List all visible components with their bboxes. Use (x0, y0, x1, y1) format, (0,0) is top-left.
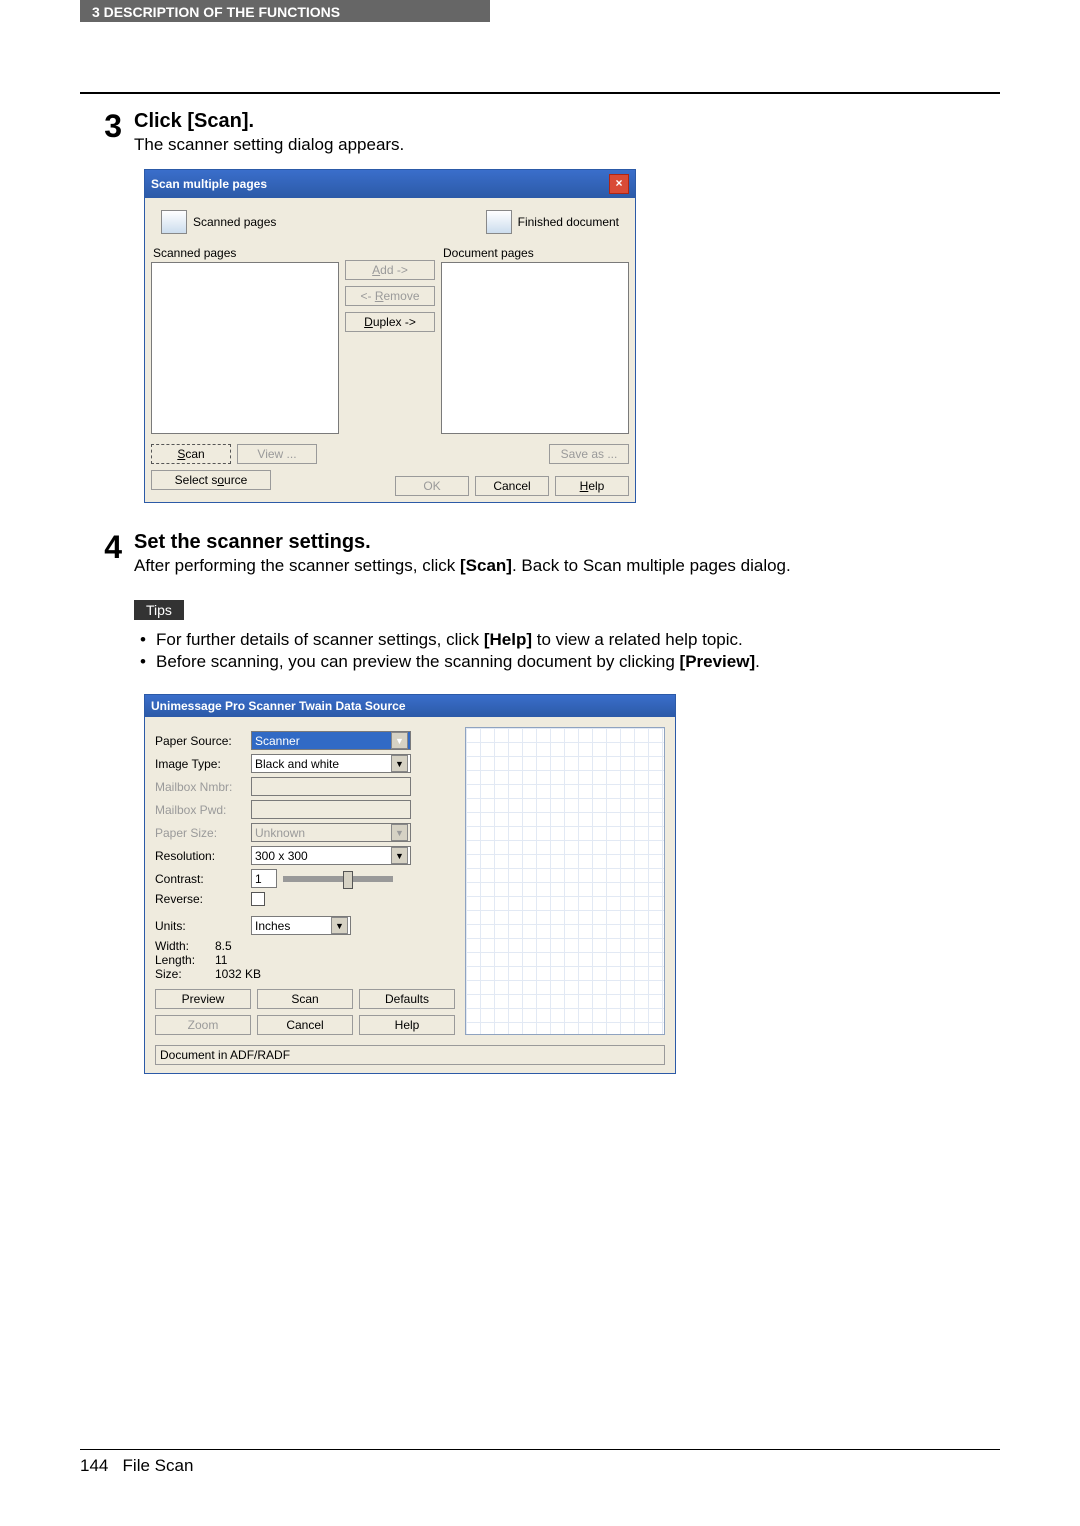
section-header: 3 DESCRIPTION OF THE FUNCTIONS (80, 0, 490, 22)
step-body: Set the scanner settings. After performi… (134, 531, 1000, 1074)
size-value: 1032 KB (215, 967, 261, 981)
scanned-group-label: Scanned pages (153, 246, 339, 260)
units-label: Units: (155, 919, 245, 933)
chevron-down-icon: ▼ (331, 917, 348, 934)
step-desc: The scanner setting dialog appears. (134, 135, 1000, 155)
dialog-titlebar: Scan multiple pages × (145, 170, 635, 198)
paper-source-label: Paper Source: (155, 734, 245, 748)
list-item: For further details of scanner settings,… (156, 630, 1000, 652)
step-number: 4 (80, 531, 134, 1074)
cancel-button[interactable]: Cancel (475, 476, 549, 496)
chapter-name: File Scan (123, 1456, 194, 1475)
width-value: 8.5 (215, 939, 232, 953)
paper-source-select[interactable]: Scanner▼ (251, 731, 411, 750)
image-type-select[interactable]: Black and white▼ (251, 754, 411, 773)
chevron-down-icon: ▼ (391, 847, 408, 864)
scanned-pages-column: Scanned pages (151, 244, 339, 434)
list-item: Before scanning, you can preview the sca… (156, 652, 1000, 674)
dialog-titlebar: Unimessage Pro Scanner Twain Data Source (145, 695, 675, 717)
paper-size-label: Paper Size: (155, 826, 245, 840)
tips-badge: Tips (134, 600, 184, 620)
resolution-select[interactable]: 300 x 300▼ (251, 846, 411, 865)
tips-list: For further details of scanner settings,… (134, 630, 1000, 674)
size-label: Size: (155, 967, 215, 981)
document-pages-listbox[interactable] (441, 262, 629, 434)
cancel-button[interactable]: Cancel (257, 1015, 353, 1035)
add-button[interactable]: Add -> (345, 260, 435, 280)
paper-size-select: Unknown▼ (251, 823, 411, 842)
twain-dialog: Unimessage Pro Scanner Twain Data Source… (144, 694, 676, 1074)
resolution-label: Resolution: (155, 849, 245, 863)
scanned-pages-listbox[interactable] (151, 262, 339, 434)
mailbox-pwd-label: Mailbox Pwd: (155, 803, 245, 817)
chevron-down-icon: ▼ (391, 732, 408, 749)
remove-button[interactable]: <- Remove (345, 286, 435, 306)
step-title: Set the scanner settings. (134, 531, 1000, 554)
document-icon (486, 210, 512, 234)
scan-button[interactable]: Scan (151, 444, 231, 464)
step-desc: After performing the scanner settings, c… (134, 556, 1000, 576)
scanner-icon (161, 210, 187, 234)
width-label: Width: (155, 939, 215, 953)
scanned-pages-header: Scanned pages (161, 210, 276, 234)
help-button[interactable]: Help (555, 476, 629, 496)
step-number: 3 (80, 110, 134, 503)
dimensions-block: Width:8.5 Length:11 Size:1032 KB (155, 939, 455, 981)
document-group-label: Document pages (443, 246, 629, 260)
mailbox-pwd-input (251, 800, 411, 819)
image-type-label: Image Type: (155, 757, 245, 771)
transfer-buttons: Add -> <- Remove Duplex -> (345, 244, 435, 434)
duplex-button[interactable]: Duplex -> (345, 312, 435, 332)
contrast-value[interactable]: 1 (251, 869, 277, 888)
step-4: 4 Set the scanner settings. After perfor… (80, 531, 1000, 1074)
document-page: 3 DESCRIPTION OF THE FUNCTIONS 3 Click [… (0, 0, 1080, 1526)
zoom-button[interactable]: Zoom (155, 1015, 251, 1035)
mailbox-num-label: Mailbox Nmbr: (155, 780, 245, 794)
units-select[interactable]: Inches▼ (251, 916, 351, 935)
preview-area[interactable] (465, 727, 665, 1035)
reverse-checkbox[interactable] (251, 892, 265, 906)
finished-doc-header: Finished document (486, 210, 619, 234)
select-source-button[interactable]: Select source (151, 470, 271, 490)
close-icon[interactable]: × (609, 174, 629, 194)
ok-button[interactable]: OK (395, 476, 469, 496)
step-title: Click [Scan]. (134, 110, 1000, 133)
chevron-down-icon: ▼ (391, 824, 408, 841)
scan-multiple-pages-dialog: Scan multiple pages × Scanned pages Fini… (144, 169, 636, 503)
twain-form: Paper Source: Scanner▼ Image Type: Black… (145, 717, 465, 1045)
preview-button[interactable]: Preview (155, 989, 251, 1009)
help-button[interactable]: Help (359, 1015, 455, 1035)
content-area: 3 Click [Scan]. The scanner setting dial… (80, 92, 1000, 1074)
finished-document-label: Finished document (518, 215, 619, 229)
mailbox-num-input (251, 777, 411, 796)
length-label: Length: (155, 953, 215, 967)
dialog-title-text: Scan multiple pages (151, 177, 267, 191)
page-number: 144 (80, 1456, 108, 1475)
reverse-label: Reverse: (155, 892, 245, 906)
contrast-slider[interactable] (283, 876, 393, 882)
dialog-body: Scanned pages Finished document Scanned … (145, 198, 635, 502)
scanned-pages-label: Scanned pages (193, 215, 276, 229)
contrast-label: Contrast: (155, 872, 245, 886)
view-button[interactable]: View ... (237, 444, 317, 464)
chevron-down-icon: ▼ (391, 755, 408, 772)
status-bar: Document in ADF/RADF (155, 1045, 665, 1065)
step-3: 3 Click [Scan]. The scanner setting dial… (80, 110, 1000, 503)
document-pages-column: Document pages (441, 244, 629, 434)
save-as-button[interactable]: Save as ... (549, 444, 629, 464)
page-footer: 144 File Scan (80, 1449, 1000, 1476)
step-body: Click [Scan]. The scanner setting dialog… (134, 110, 1000, 503)
length-value: 11 (215, 953, 227, 967)
defaults-button[interactable]: Defaults (359, 989, 455, 1009)
scan-button[interactable]: Scan (257, 989, 353, 1009)
